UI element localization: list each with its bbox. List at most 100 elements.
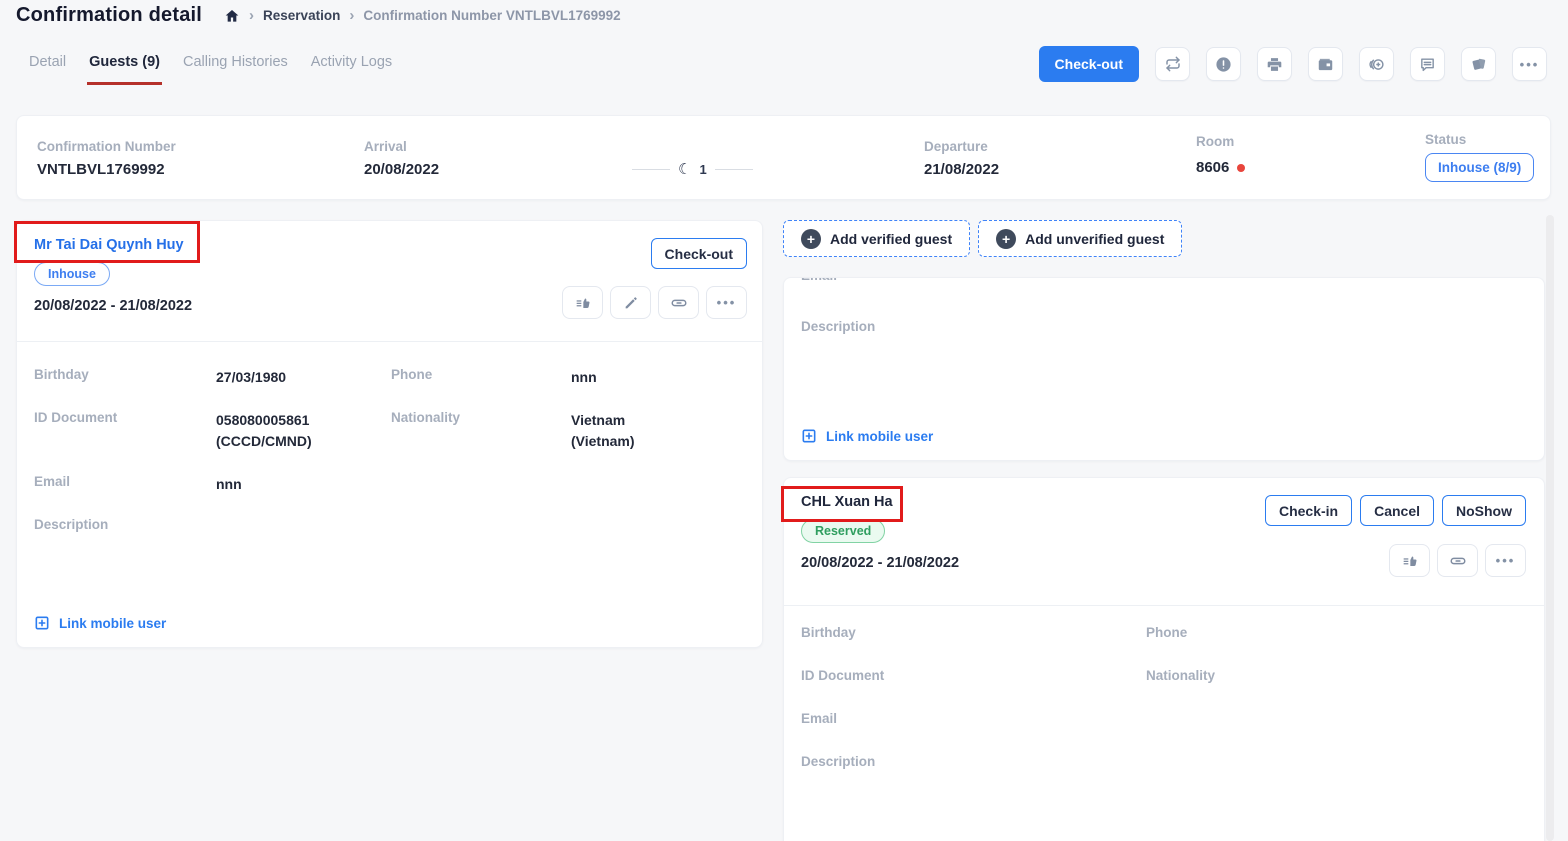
- wallet-icon: [1317, 56, 1334, 73]
- repeat-icon: [1165, 56, 1181, 72]
- print-icon-button[interactable]: [1257, 47, 1292, 81]
- more-icon-button[interactable]: •••: [1485, 544, 1526, 577]
- guest-card-partial: Email Description Link mobile user: [783, 277, 1545, 461]
- noshow-button[interactable]: NoShow: [1442, 495, 1526, 526]
- phone-label: Phone: [391, 367, 571, 410]
- phone-label: Phone: [1146, 625, 1527, 668]
- more-icon-button[interactable]: •••: [706, 286, 747, 319]
- guest-action-buttons: Check-in Cancel NoShow: [1265, 495, 1526, 526]
- confirmation-detail-page: Confirmation detail › Reservation › Conf…: [0, 0, 1568, 841]
- add-charge-icon-button[interactable]: [1359, 47, 1394, 81]
- breadcrumb: › Reservation › Confirmation Number VNTL…: [224, 7, 621, 24]
- alert-icon-button[interactable]: [1206, 47, 1241, 81]
- plus-square-icon: [34, 615, 50, 631]
- feedback-icon-button[interactable]: [1389, 544, 1430, 577]
- add-charge-icon: [1368, 56, 1385, 73]
- edit-icon-button[interactable]: [610, 286, 651, 319]
- tab-activity-logs[interactable]: Activity Logs: [309, 44, 394, 85]
- birthday-value: 27/03/1980: [216, 367, 391, 410]
- link-icon: [1449, 552, 1467, 570]
- birthday-label: Birthday: [801, 625, 1146, 640]
- birthday-label: Birthday: [34, 367, 216, 382]
- comment-icon: [1419, 56, 1436, 73]
- scrollbar[interactable]: [1546, 215, 1554, 841]
- alert-icon: [1215, 56, 1232, 73]
- link-icon: [670, 294, 688, 312]
- tab-guests[interactable]: Guests (9): [87, 44, 162, 85]
- cards-icon-button[interactable]: [1461, 47, 1496, 81]
- breadcrumb-reservation[interactable]: Reservation: [263, 8, 340, 23]
- nights-indicator: ☾ 1: [632, 160, 753, 178]
- add-unverified-guest-button[interactable]: + Add unverified guest: [978, 220, 1182, 257]
- breadcrumb-current: Confirmation Number VNTLBVL1769992: [363, 8, 620, 23]
- description-label: Description: [34, 517, 216, 532]
- confirmation-number-value: VNTLBVL1769992: [37, 161, 176, 178]
- add-guest-buttons: + Add verified guest + Add unverified gu…: [783, 220, 1182, 257]
- link-mobile-user-button[interactable]: Link mobile user: [801, 428, 933, 444]
- guest-card-verified: Mr Tai Dai Quynh Huy Inhouse 20/08/2022 …: [16, 220, 763, 648]
- guest-checkout-button[interactable]: Check-out: [651, 238, 747, 269]
- email-label: Email: [34, 474, 216, 489]
- description-label: Description: [801, 754, 1146, 769]
- nationality-label: Nationality: [391, 410, 571, 474]
- summary-room: Room 8606: [1196, 134, 1245, 176]
- email-label: Email: [801, 711, 1146, 726]
- more-icon: •••: [717, 296, 737, 309]
- room-value: 8606: [1196, 159, 1229, 176]
- link-icon-button[interactable]: [658, 286, 699, 319]
- comment-icon-button[interactable]: [1410, 47, 1445, 81]
- nationality-label: Nationality: [1146, 668, 1527, 711]
- cancel-button[interactable]: Cancel: [1360, 495, 1434, 526]
- add-verified-guest-label: Add verified guest: [830, 231, 952, 247]
- chevron-right-icon: ›: [249, 7, 254, 24]
- link-mobile-user-label: Link mobile user: [59, 616, 166, 631]
- plus-square-icon: [801, 428, 817, 444]
- id-document-value: 058080005861 (CCCD/CMND): [216, 410, 391, 452]
- status-badge[interactable]: Inhouse (8/9): [1425, 153, 1534, 182]
- add-unverified-guest-label: Add unverified guest: [1025, 231, 1164, 247]
- confirmation-number-label: Confirmation Number: [37, 139, 176, 154]
- more-icon: •••: [1496, 554, 1516, 567]
- nationality-value: Vietnam (Vietnam): [571, 410, 745, 474]
- summary-arrival: Arrival 20/08/2022: [364, 139, 439, 178]
- room-label: Room: [1196, 134, 1245, 149]
- checkin-button[interactable]: Check-in: [1265, 495, 1352, 526]
- home-icon[interactable]: [224, 8, 240, 24]
- feedback-icon: [1402, 553, 1418, 569]
- guest-name-link[interactable]: Mr Tai Dai Quynh Huy: [34, 237, 745, 253]
- email-value: nnn: [216, 474, 391, 517]
- summary-confirmation: Confirmation Number VNTLBVL1769992: [37, 139, 176, 178]
- edit-icon: [623, 295, 639, 311]
- id-document-label: ID Document: [801, 668, 1146, 683]
- toolbar: Check-out •••: [1039, 46, 1547, 82]
- departure-value: 21/08/2022: [924, 161, 999, 178]
- more-icon: •••: [1520, 58, 1540, 71]
- tab-calling-histories[interactable]: Calling Histories: [181, 44, 290, 85]
- link-icon-button[interactable]: [1437, 544, 1478, 577]
- departure-label: Departure: [924, 139, 999, 154]
- feedback-icon: [575, 295, 591, 311]
- swap-icon-button[interactable]: [1155, 47, 1190, 81]
- more-icon-button[interactable]: •••: [1512, 47, 1547, 81]
- arrival-label: Arrival: [364, 139, 439, 154]
- id-document-label: ID Document: [34, 410, 216, 474]
- link-mobile-user-button[interactable]: Link mobile user: [34, 615, 166, 631]
- checkout-button[interactable]: Check-out: [1039, 46, 1139, 82]
- tabs: Detail Guests (9) Calling Histories Acti…: [27, 44, 394, 85]
- moon-icon: ☾: [678, 160, 691, 178]
- wallet-icon-button[interactable]: [1308, 47, 1343, 81]
- description-label: Description: [801, 319, 1544, 334]
- add-verified-guest-button[interactable]: + Add verified guest: [783, 220, 970, 257]
- link-mobile-user-label: Link mobile user: [826, 429, 933, 444]
- status-label: Status: [1425, 132, 1534, 147]
- card-divider: [17, 341, 762, 342]
- page-header: Confirmation detail › Reservation › Conf…: [16, 4, 621, 27]
- arrival-value: 20/08/2022: [364, 161, 439, 178]
- guest-card-reserved: CHL Xuan Ha Reserved 20/08/2022 - 21/08/…: [783, 477, 1545, 841]
- nights-count: 1: [699, 162, 706, 177]
- summary-status: Status Inhouse (8/9): [1425, 132, 1534, 182]
- tab-detail[interactable]: Detail: [27, 44, 68, 85]
- divider-line: [632, 169, 670, 170]
- guest-action-icons: •••: [562, 286, 747, 319]
- feedback-icon-button[interactable]: [562, 286, 603, 319]
